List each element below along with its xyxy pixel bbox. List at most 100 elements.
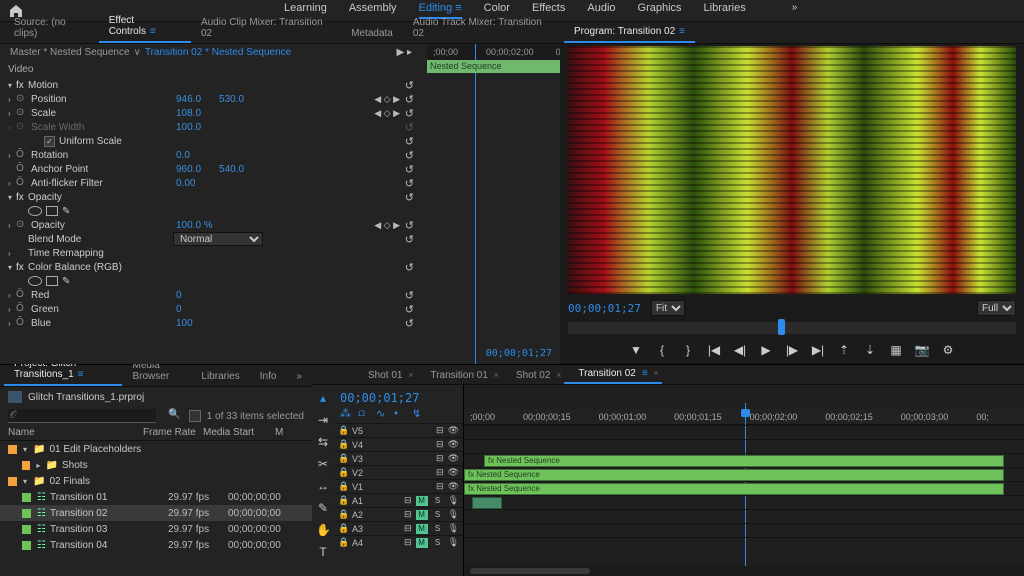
fx-motion[interactable]: ▾fxMotion↺: [0, 78, 560, 92]
program-zoom-select[interactable]: Full: [977, 300, 1016, 316]
search-icon[interactable]: 🔍: [168, 409, 180, 420]
prop-scale[interactable]: ›⊙Scale108.0◀ ◇ ▶↺: [0, 106, 560, 120]
project-overflow-icon[interactable]: »: [286, 367, 312, 386]
prop-position[interactable]: ›⊙Position946.0530.0◀ ◇ ▶↺: [0, 92, 560, 106]
fx-time-remapping[interactable]: ›Time Remapping: [0, 246, 560, 260]
keyframe-nav[interactable]: ◀ ◇ ▶: [374, 94, 400, 105]
prop-anchor-point[interactable]: ŎAnchor Point960.0540.0↺: [0, 162, 560, 176]
mark-in-button[interactable]: {: [654, 342, 670, 358]
prop-uniform-scale[interactable]: ✓Uniform Scale↺: [0, 134, 560, 148]
workspace-libraries[interactable]: Libraries: [704, 2, 746, 19]
sequence-row[interactable]: ☷Transition 0429.97 fps00;00;00;00: [0, 537, 312, 553]
timeline-clip[interactable]: fxNested Sequence: [484, 455, 1004, 467]
tab-audio-clip-mixer[interactable]: Audio Clip Mixer: Transition 02: [191, 13, 341, 43]
fx-color-balance[interactable]: ▾fxColor Balance (RGB)↺: [0, 260, 560, 274]
video-track-header[interactable]: 🔒V2⊟👁: [334, 465, 463, 479]
video-track-header[interactable]: 🔒V3⊟👁: [334, 451, 463, 465]
sequence-row[interactable]: ☷Transition 0329.97 fps00;00;00;00: [0, 521, 312, 537]
bin-row[interactable]: ▾📁01 Edit Placeholders: [0, 441, 312, 457]
workspace-graphics[interactable]: Graphics: [638, 2, 682, 19]
program-fit-select[interactable]: Fit: [651, 300, 685, 316]
camera-button[interactable]: 📷: [914, 342, 930, 358]
razor-tool[interactable]: ✂: [316, 457, 330, 471]
go-in-button[interactable]: |◀: [706, 342, 722, 358]
tab-metadata[interactable]: Metadata: [341, 24, 403, 43]
blend-mode-select[interactable]: Normal: [173, 232, 263, 246]
program-timecode[interactable]: 00;00;01;27: [568, 302, 641, 315]
workspace-overflow-icon[interactable]: »: [792, 2, 798, 19]
prop-blend-mode[interactable]: Blend ModeNormal↺: [0, 232, 560, 246]
tab-program[interactable]: Program: Transition 02≡: [564, 22, 695, 43]
uniform-scale-checkbox[interactable]: ✓: [44, 136, 55, 147]
sequence-row[interactable]: ☷Transition 0129.97 fps00;00;00;00: [0, 489, 312, 505]
tab-effect-controls[interactable]: Effect Controls≡: [99, 11, 191, 43]
audio-track-header[interactable]: 🔒A3⊟MS🎙: [334, 521, 463, 535]
effect-timecode[interactable]: 00;00;01;27: [0, 346, 560, 360]
step-back-button[interactable]: ◀|: [732, 342, 748, 358]
prop-rotation[interactable]: ›ŎRotation0.0↺: [0, 148, 560, 162]
extract-button[interactable]: ⇣: [862, 342, 878, 358]
program-scrubber[interactable]: [568, 322, 1016, 334]
timeline-clip[interactable]: fxNested Sequence: [464, 469, 1004, 481]
timeline-tab[interactable]: Shot 02: [502, 367, 564, 384]
prop-blue[interactable]: ›ŎBlue100↺: [0, 316, 560, 330]
mark-out-button[interactable]: }: [680, 342, 696, 358]
track-select-tool[interactable]: ⇥: [316, 413, 330, 427]
tab-info[interactable]: Info: [250, 367, 287, 386]
audio-track-header[interactable]: 🔒A1⊟MS🎙: [334, 493, 463, 507]
play-button[interactable]: ▶: [758, 342, 774, 358]
ellipse-mask-icon[interactable]: [28, 206, 42, 216]
pen-mask-icon[interactable]: ✎: [62, 206, 70, 217]
video-track-header[interactable]: 🔒V5⊟👁: [334, 423, 463, 437]
magnet-icon[interactable]: ⩍: [358, 407, 370, 419]
ripple-edit-tool[interactable]: ⇆: [316, 435, 330, 449]
reset-icon[interactable]: ↺: [405, 79, 414, 92]
opacity-masks[interactable]: ✎: [0, 204, 560, 218]
prop-red[interactable]: ›ŎRed0↺: [0, 288, 560, 302]
settings-button[interactable]: ⚙: [940, 342, 956, 358]
timeline-tab[interactable]: Transition 01: [416, 367, 501, 384]
audio-track-header[interactable]: 🔒A2⊟MS🎙: [334, 507, 463, 521]
timeline-clip[interactable]: fxNested Sequence: [464, 483, 1004, 495]
fx-opacity[interactable]: ▾fxOpacity↺: [0, 190, 560, 204]
prop-green[interactable]: ›ŎGreen0↺: [0, 302, 560, 316]
effect-timeline-ruler[interactable]: ;00;0000;00;02;0000;00: [427, 44, 560, 60]
bin-row[interactable]: ▾📁02 Finals: [0, 473, 312, 489]
stopwatch-icon[interactable]: ⊙: [16, 93, 28, 105]
hand-tool[interactable]: ✋: [316, 523, 330, 537]
timeline-tab[interactable]: Transition 02≡: [564, 365, 661, 384]
project-search-input[interactable]: [8, 409, 156, 423]
project-column-headers[interactable]: Name Frame Rate Media Start M: [0, 425, 312, 441]
linked-selection-icon[interactable]: ∿: [376, 407, 388, 419]
video-track-header[interactable]: 🔒V1⊟👁: [334, 479, 463, 493]
clip-link[interactable]: Transition 02 * Nested Sequence: [145, 47, 291, 58]
step-fwd-button[interactable]: |▶: [784, 342, 800, 358]
tab-libraries[interactable]: Libraries: [191, 367, 249, 386]
marker-icon[interactable]: ⬩: [394, 407, 406, 419]
video-track-header[interactable]: 🔒V4⊟👁: [334, 437, 463, 451]
bin-row[interactable]: ▸📁Shots: [0, 457, 312, 473]
slip-tool[interactable]: ↔: [316, 479, 330, 493]
timeline-timecode[interactable]: 00;00;01;27: [334, 385, 463, 407]
export-frame-button[interactable]: ▦: [888, 342, 904, 358]
tab-source[interactable]: Source: (no clips): [4, 13, 99, 43]
go-out-button[interactable]: ▶|: [810, 342, 826, 358]
workspace-assembly[interactable]: Assembly: [349, 2, 397, 19]
rect-mask-icon[interactable]: [46, 206, 58, 216]
timeline-scrollbar[interactable]: [464, 566, 1024, 576]
workspace-audio[interactable]: Audio: [587, 2, 615, 19]
lift-button[interactable]: ⇡: [836, 342, 852, 358]
prop-antiflicker[interactable]: ›ŎAnti-flicker Filter0.00↺: [0, 176, 560, 190]
prop-opacity-value[interactable]: ›⊙Opacity100.0 %◀ ◇ ▶↺: [0, 218, 560, 232]
settings-icon[interactable]: ↯: [412, 407, 424, 419]
timeline-zoom-handle[interactable]: [470, 568, 590, 574]
filter-bin-icon[interactable]: [189, 410, 201, 422]
pen-tool[interactable]: ✎: [316, 501, 330, 515]
timeline-audio-clip[interactable]: [472, 497, 502, 509]
audio-track-header[interactable]: 🔒A4⊟MS🎙: [334, 535, 463, 549]
add-marker-button[interactable]: ▼: [628, 342, 644, 358]
tab-audio-track-mixer[interactable]: Audio Track Mixer: Transition 02: [403, 13, 560, 43]
cb-masks[interactable]: ✎: [0, 274, 560, 288]
program-monitor-view[interactable]: [568, 46, 1016, 294]
effect-clip-bar[interactable]: Nested Sequence: [427, 60, 560, 73]
